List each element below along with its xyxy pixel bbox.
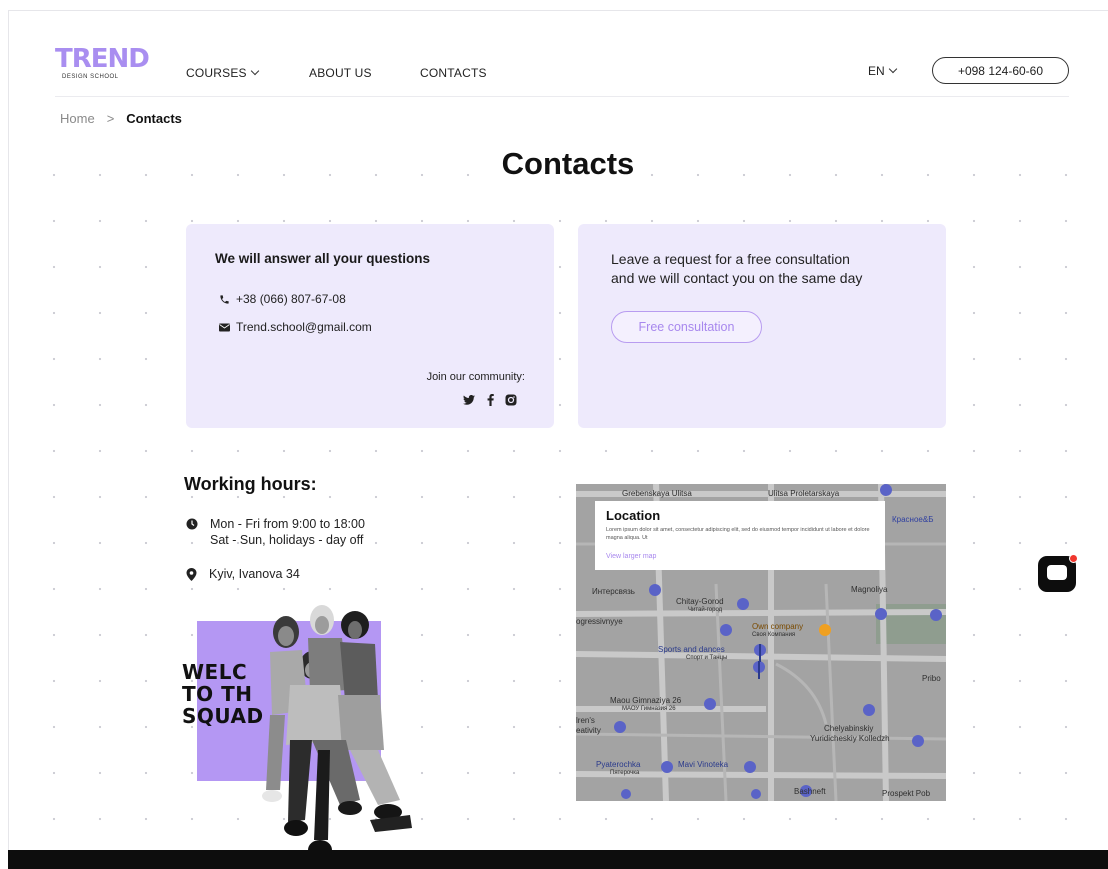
map-label: МАОУ Гимназия 26 [622, 706, 676, 712]
map-label: Пятерочка [610, 770, 640, 776]
map-label: Yuridicheskiy Kolledzh [810, 734, 890, 743]
map-label: Maou Gimnaziya 26 [610, 696, 682, 705]
location-description: Lorem ipsum dolor sit amet, consectetur … [606, 527, 870, 541]
nav-contacts[interactable]: CONTACTS [420, 66, 487, 80]
contact-phone: +38 (066) 807-67-08 [236, 292, 346, 306]
header-divider [55, 96, 1069, 97]
schedule-weekdays: Mon - Fri from 9:00 to 18:00 [210, 517, 365, 531]
map-label: Bashneft [794, 787, 826, 796]
map-label: Chelyabinskiy [824, 724, 874, 733]
contact-card-heading: We will answer all your questions [215, 251, 431, 266]
logo[interactable]: TREND DESIGN SCHOOL [55, 44, 150, 80]
map-label: ogressivnyye [576, 617, 623, 626]
phone-icon [220, 294, 229, 304]
map-label: Читай-город [688, 607, 723, 613]
chevron-down-icon [888, 64, 897, 74]
location-info-box: Location Lorem ipsum dolor sit amet, con… [595, 501, 885, 570]
contact-email: Trend.school@gmail.com [236, 320, 372, 334]
chat-button[interactable] [1038, 554, 1078, 592]
language-selector[interactable]: EN [868, 64, 897, 78]
join-community-label: Join our community: [426, 371, 525, 383]
map-label: Own company [752, 622, 804, 631]
address-text: Kyiv, Ivanova 34 [209, 567, 300, 581]
nav-about-us[interactable]: ABOUT US [309, 66, 372, 80]
working-hours-schedule: Mon - Fri from 9:00 to 18:00 Sat - Sun, … [186, 516, 365, 548]
map-label: Grebenskaya Ulitsa [622, 489, 692, 498]
group-photo-image [262, 605, 412, 860]
location-pin-icon [186, 568, 197, 581]
map-label: eativity [576, 726, 601, 735]
contact-phone-row[interactable]: +38 (066) 807-67-08 [219, 292, 346, 306]
twitter-icon[interactable] [463, 394, 475, 406]
breadcrumb-home[interactable]: Home [60, 111, 95, 126]
map-label: Спорт и Танцы [686, 655, 728, 661]
logo-text: TREND [55, 44, 150, 74]
notification-badge [1069, 554, 1078, 563]
map-label: Magnoliya [851, 585, 888, 594]
contact-card: We will answer all your questions +38 (0… [186, 224, 554, 428]
page-title: Contacts [495, 146, 641, 181]
map-label: Pribo [922, 674, 941, 683]
nav-courses[interactable]: COURSES [186, 66, 259, 80]
instagram-icon[interactable] [505, 394, 517, 406]
social-links [463, 394, 517, 406]
map-label: Интерсвязь [592, 587, 635, 596]
page-title-wrap: Contacts [0, 146, 1108, 182]
free-consultation-button[interactable]: Free consultation [611, 311, 762, 343]
facebook-icon[interactable] [484, 394, 496, 406]
clock-icon [186, 518, 198, 530]
view-larger-map-link[interactable]: View larger map [606, 553, 656, 560]
location-map[interactable]: Grebenskaya Ulitsa Ulitsa Proletarskaya … [576, 484, 946, 801]
map-label: Chitay-Gorod [676, 597, 724, 606]
logo-subtitle: DESIGN SCHOOL [62, 74, 119, 80]
location-title: Location [606, 508, 661, 523]
map-label: Prospekt Pob [882, 789, 931, 798]
map-label: Своя Компания [752, 632, 796, 638]
chat-icon [1047, 565, 1067, 580]
address-row: Kyiv, Ivanova 34 [186, 566, 300, 582]
footer [8, 850, 1108, 869]
phone-button[interactable]: +098 124-60-60 [932, 57, 1069, 84]
consultation-text-line-1: Leave a request for a free consultation [611, 251, 850, 267]
working-hours-title: Working hours: [184, 474, 317, 494]
breadcrumb-current: Contacts [126, 111, 182, 126]
consultation-text-line-2: and we will contact you on the same day [611, 270, 863, 286]
chevron-down-icon [250, 66, 259, 76]
map-label: Pyaterochka [596, 760, 641, 769]
map-label: lren's [576, 716, 595, 725]
schedule-weekend: Sat - Sun, holidays - day off [210, 533, 364, 547]
breadcrumb-separator: > [106, 111, 115, 126]
mail-icon [219, 323, 230, 331]
map-label: Mavi Vinoteka [678, 760, 729, 769]
nav-courses-label: COURSES [186, 66, 247, 80]
map-label: Ulitsa Proletarskaya [768, 489, 840, 498]
breadcrumb: Home > Contacts [60, 111, 182, 126]
language-label: EN [868, 64, 885, 78]
map-label: Красное&Б [892, 515, 934, 524]
map-label: Sports and dances [658, 645, 725, 654]
consultation-card: Leave a request for a free consultation … [578, 224, 946, 428]
contact-email-row[interactable]: Trend.school@gmail.com [219, 320, 372, 334]
page-frame-top [8, 10, 1108, 11]
consultation-text: Leave a request for a free consultation … [611, 250, 862, 288]
